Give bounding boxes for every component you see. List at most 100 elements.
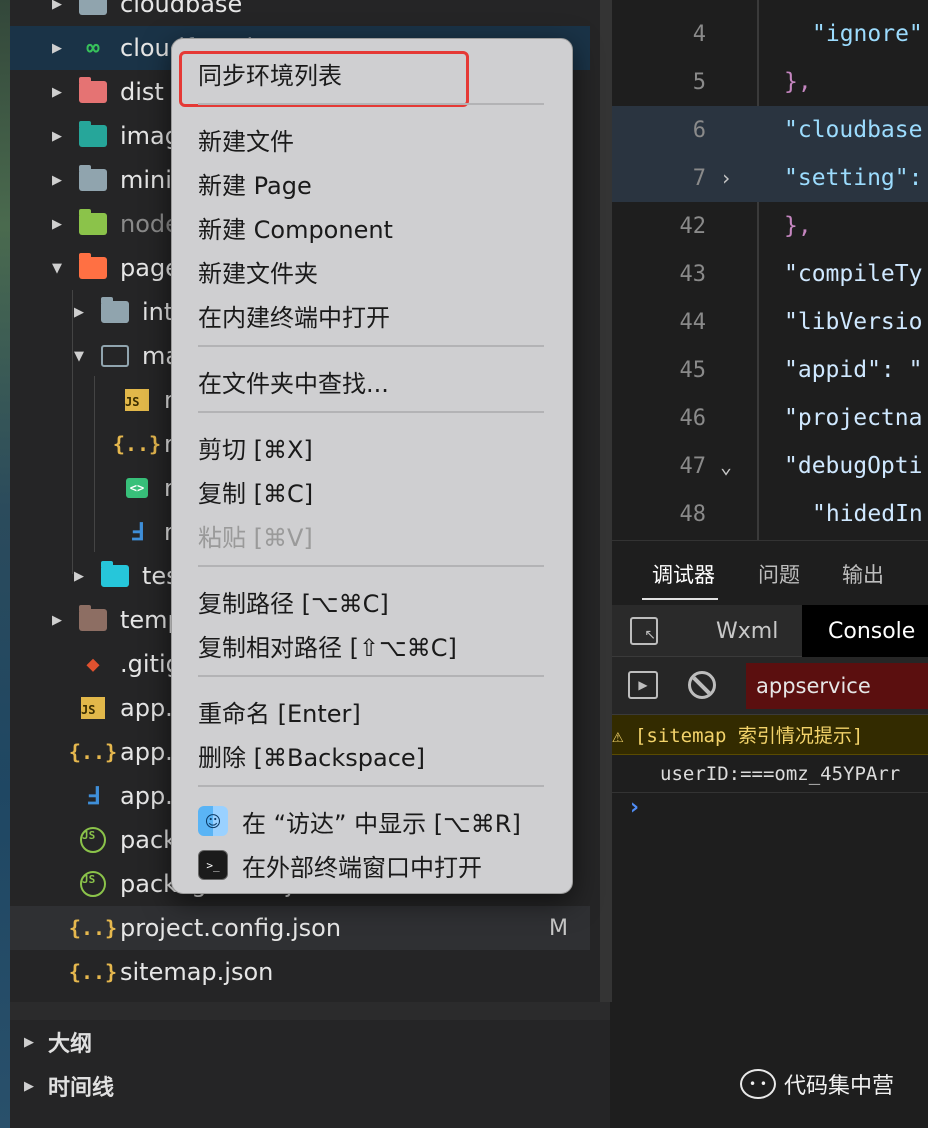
folder-icon: [100, 561, 130, 588]
file-tree-row[interactable]: ▶ cloudbase: [10, 0, 590, 26]
json-file-icon: {..}: [68, 740, 118, 764]
code-text: "debugOpti: [784, 453, 923, 479]
menu-item-label: 在外部终端窗口中打开: [242, 853, 482, 882]
explorer-horizontal-scrollbar[interactable]: [10, 1002, 610, 1020]
fold-collapse-icon[interactable]: ⌄: [720, 454, 732, 478]
file-tree-row[interactable]: {..} project.config.json M: [10, 906, 590, 950]
clear-console-icon[interactable]: [688, 671, 716, 699]
menu-item-reveal-in-finder[interactable]: ☺ 在 “访达” 中显示 [⌥⌘R]: [198, 801, 521, 841]
section-label: 大纲: [48, 1032, 93, 1057]
folder-icon: [78, 165, 108, 192]
menu-separator: [198, 565, 544, 567]
desktop-wallpaper-strip: [0, 0, 10, 1128]
indent-guide: [94, 376, 95, 552]
menu-item-delete[interactable]: 删除 [⌘Backspace]: [198, 735, 425, 775]
git-file-icon: ◆: [86, 651, 100, 677]
menu-item-copy[interactable]: 复制 [⌘C]: [198, 471, 313, 511]
menu-separator: [198, 675, 544, 677]
console-log-row[interactable]: userID:===omz_45YPArr: [612, 755, 928, 793]
finder-icon: ☺: [198, 806, 228, 836]
devtools-tab-wxml[interactable]: Wxml: [700, 605, 794, 657]
code-line[interactable]: 42},: [612, 202, 928, 250]
line-number: 4: [692, 21, 706, 47]
devtools-tab-console[interactable]: Console: [802, 605, 928, 657]
folder-icon: [78, 77, 108, 104]
menu-item-new-folder[interactable]: 新建文件夹: [198, 251, 318, 291]
explorer-section-header[interactable]: ▶ 时间线: [10, 1064, 610, 1108]
chevron-down-icon[interactable]: ▼: [46, 261, 68, 276]
menu-item-label: 在文件夹中查找...: [198, 369, 389, 398]
wechat-icon: • •: [740, 1069, 776, 1099]
tab-debugger[interactable]: 调试器: [652, 559, 715, 589]
chevron-right-icon[interactable]: ▶: [46, 613, 68, 628]
menu-item-paste[interactable]: 粘贴 [⌘V]: [198, 515, 313, 555]
menu-item-new-component[interactable]: 新建 Component: [198, 207, 393, 247]
menu-item-label: 复制路径 [⌥⌘C]: [198, 589, 389, 618]
menu-item-cut[interactable]: 剪切 [⌘X]: [198, 427, 313, 467]
menu-item-label: 复制相对路径 [⇧⌥⌘C]: [198, 633, 457, 662]
chevron-right-icon[interactable]: ▶: [46, 0, 68, 12]
code-text: "setting":: [784, 165, 923, 191]
folder-icon: [78, 209, 108, 236]
tab-output[interactable]: 输出: [842, 559, 884, 589]
menu-separator: [198, 103, 544, 105]
menu-item-new-file[interactable]: 新建文件: [198, 119, 294, 159]
code-line[interactable]: 4 "ignore": [612, 10, 928, 58]
line-number: 7: [692, 165, 706, 191]
menu-separator: [198, 411, 544, 413]
indent-guide: [72, 290, 73, 574]
console-prompt-icon[interactable]: ›: [630, 795, 639, 820]
chevron-right-icon[interactable]: ▶: [46, 41, 68, 56]
code-line[interactable]: 43 "compileTy: [612, 250, 928, 298]
code-line[interactable]: 6 "cloudbase: [612, 106, 928, 154]
code-editor[interactable]: 4 "ignore" 5}, 6 "cloudbase 7 › "setting": 42}, 4…: [612, 0, 928, 540]
file-tree-row[interactable]: {..} sitemap.json: [10, 950, 590, 994]
file-tree-label: sitemap.json: [120, 958, 274, 986]
console-warning-row[interactable]: ⚠ [sitemap 索引情况提示]: [612, 715, 928, 755]
code-line[interactable]: 48 "hidedIn: [612, 490, 928, 538]
code-line[interactable]: 45 "appid": ": [612, 346, 928, 394]
code-line[interactable]: 46 "projectna: [612, 394, 928, 442]
code-text: },: [784, 69, 812, 95]
menu-item-copy-path[interactable]: 复制路径 [⌥⌘C]: [198, 581, 389, 621]
menu-item-rename[interactable]: 重命名 [Enter]: [198, 691, 361, 731]
context-selector[interactable]: appservice: [746, 663, 928, 709]
code-text: "projectna: [784, 405, 923, 431]
line-number: 6: [692, 117, 706, 143]
file-tree-label: project.config.json: [120, 914, 342, 942]
json-file-icon: {..}: [68, 916, 118, 940]
inspect-element-icon[interactable]: ↖: [630, 617, 658, 645]
code-line[interactable]: 47 ⌄ "debugOpti: [612, 442, 928, 490]
chevron-right-icon[interactable]: ▶: [18, 1035, 40, 1050]
folder-icon: [78, 253, 108, 280]
code-line[interactable]: 44 "libVersio: [612, 298, 928, 346]
css-file-icon: Ⅎ: [86, 782, 100, 810]
line-number: 5: [692, 69, 706, 95]
menu-item-new-page[interactable]: 新建 Page: [198, 163, 312, 203]
chevron-right-icon[interactable]: ▶: [46, 129, 68, 144]
debug-panel: 调试器 问题 输出 ↖ Wxml Console ▶ appservice ⚠ …: [612, 540, 928, 1108]
menu-item-open-in-terminal[interactable]: 在内建终端中打开: [198, 295, 390, 335]
chevron-right-icon[interactable]: ▶: [46, 217, 68, 232]
menu-item-label: 删除 [⌘Backspace]: [198, 743, 426, 772]
node-file-icon: JS: [78, 871, 108, 897]
terminal-icon: >_: [198, 850, 228, 880]
context-menu: 同步环境列表 新建文件新建 Page 新建 Component 新建文件夹 在内建终端中…: [171, 38, 573, 894]
chevron-right-icon[interactable]: ▶: [46, 173, 68, 188]
menu-item-label: 新建 Page: [198, 171, 312, 200]
chevron-right-icon[interactable]: ▶: [46, 85, 68, 100]
js-file-icon: JS: [78, 696, 108, 720]
tab-problems[interactable]: 问题: [758, 559, 800, 589]
code-line[interactable]: 7 › "setting":: [612, 154, 928, 202]
code-line[interactable]: 5},: [612, 58, 928, 106]
chevron-right-icon[interactable]: ▶: [18, 1079, 40, 1094]
menu-item-label: 在 “访达” 中显示 [⌥⌘R]: [242, 809, 521, 838]
menu-item-copy-relative-path[interactable]: 复制相对路径 [⇧⌥⌘C]: [198, 625, 457, 665]
menu-item-open-in-external-terminal[interactable]: >_ 在外部终端窗口中打开: [198, 845, 482, 885]
toggle-sidebar-icon[interactable]: ▶: [628, 671, 658, 699]
explorer-section-header[interactable]: ▶ 大纲: [10, 1020, 610, 1064]
fold-expand-icon[interactable]: ›: [720, 166, 732, 190]
code-text: "ignore": [812, 21, 923, 47]
menu-item-find-in-folder[interactable]: 在文件夹中查找...: [198, 361, 389, 401]
menu-item-sync-env-list[interactable]: 同步环境列表: [198, 53, 342, 93]
